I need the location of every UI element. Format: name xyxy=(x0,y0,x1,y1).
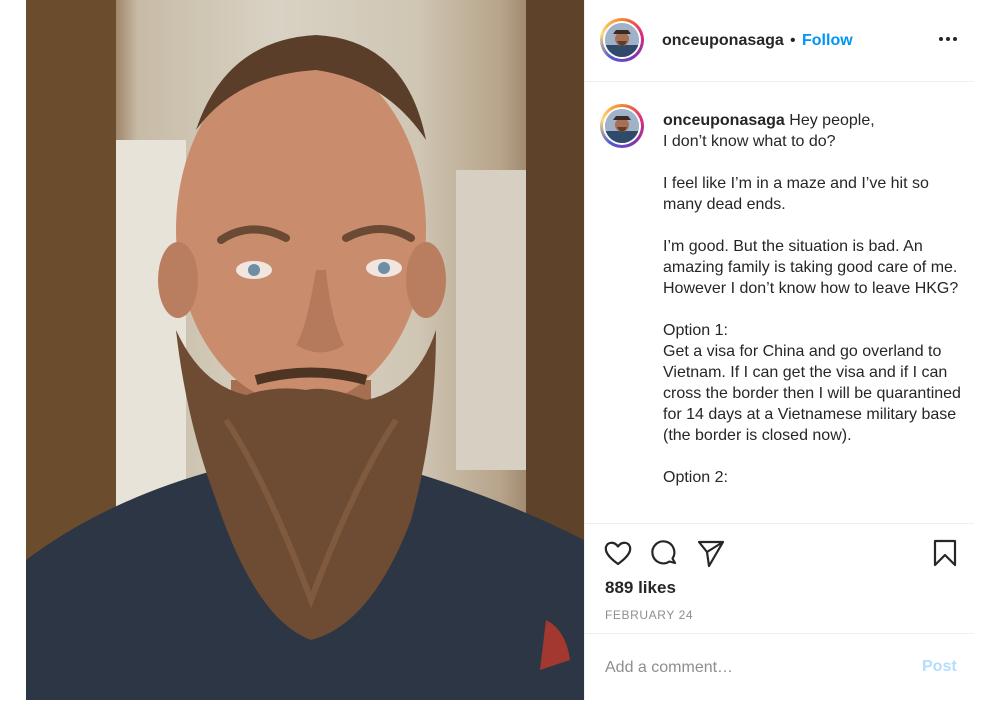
username-link[interactable]: onceuponasaga xyxy=(662,32,784,50)
bookmark-icon[interactable] xyxy=(930,538,960,568)
caption: onceuponasaga Hey people, I don’t know w… xyxy=(663,110,963,488)
post-photo-illustration xyxy=(26,0,584,700)
post-date: FEBRUARY 24 xyxy=(605,608,694,622)
caption-avatar-image xyxy=(605,109,639,143)
comment-bubble-icon[interactable] xyxy=(649,538,679,568)
post-side-panel: onceuponasaga • Follow onceuponasaga Hey… xyxy=(584,0,974,700)
caption-text: Hey people, I don’t know what to do? I f… xyxy=(663,112,961,486)
follow-button[interactable]: Follow xyxy=(802,32,853,50)
action-bar: 889 likes FEBRUARY 24 xyxy=(585,523,974,634)
paper-plane-icon[interactable] xyxy=(696,538,726,568)
add-comment-bar: Post xyxy=(585,633,974,701)
comments-section[interactable]: onceuponasaga Hey people, I don’t know w… xyxy=(585,82,974,523)
post-header: onceuponasaga • Follow xyxy=(585,0,974,82)
avatar[interactable] xyxy=(600,18,644,62)
caption-username[interactable]: onceuponasaga xyxy=(663,112,785,129)
avatar-image xyxy=(605,23,639,57)
caption-avatar[interactable] xyxy=(600,104,644,148)
post-photo[interactable] xyxy=(26,0,584,700)
likes-count[interactable]: 889 likes xyxy=(605,578,676,598)
follow-separator: • xyxy=(790,32,796,49)
heart-icon[interactable] xyxy=(603,538,633,568)
comment-input[interactable] xyxy=(605,656,905,680)
more-options-icon[interactable] xyxy=(937,28,959,50)
post-comment-button[interactable]: Post xyxy=(922,658,957,676)
